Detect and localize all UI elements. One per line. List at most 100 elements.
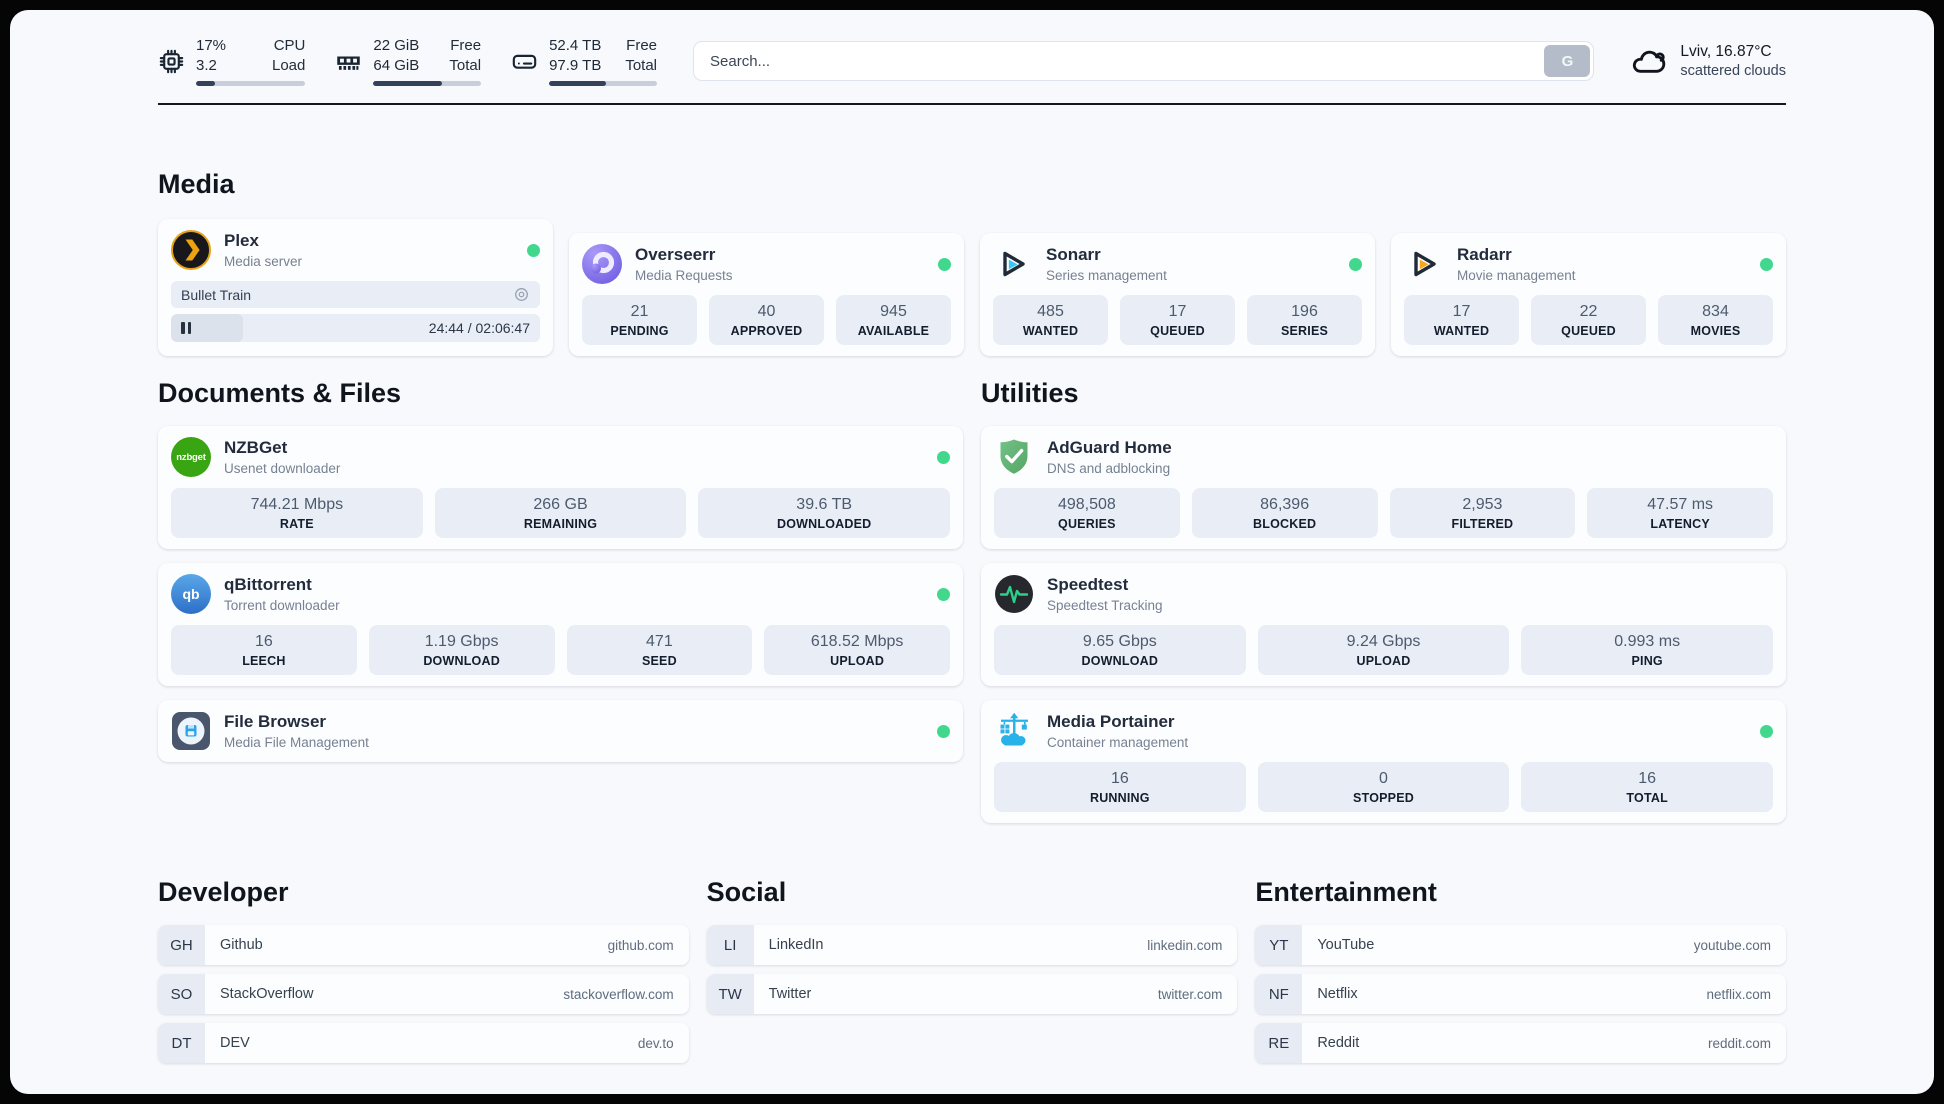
weather-condition: scattered clouds <box>1680 63 1786 79</box>
stat-label: WANTED <box>1433 324 1490 338</box>
stat-value: 22 <box>1579 303 1598 320</box>
disk-progress-bar <box>549 80 658 86</box>
stat-label: FILTERED <box>1451 517 1514 531</box>
cpu-icon <box>159 49 184 73</box>
app-description: Media Requests <box>635 268 733 284</box>
adguard-icon <box>1000 439 1028 474</box>
cpu-load-label: Load <box>272 57 306 74</box>
cpu-usage-value: 17% <box>196 37 227 55</box>
bookmark-url: stackoverflow.com <box>563 986 674 1002</box>
ram-icon <box>337 55 361 70</box>
bookmark-url: netflix.com <box>1706 986 1771 1002</box>
app-description: Series management <box>1046 268 1167 284</box>
weather-widget[interactable]: Lviv, 16.87°C scattered clouds <box>1630 42 1786 80</box>
weather-location-temp: Lviv, 16.87°C <box>1680 43 1772 60</box>
stat-value: 86,396 <box>1260 496 1310 513</box>
app-name: Speedtest <box>1047 574 1129 594</box>
stat-label: PING <box>1631 654 1663 668</box>
stat-box: 2,953 FILTERED <box>1389 488 1576 538</box>
stat-value: 618.52 Mbps <box>810 633 904 650</box>
bookmark-reddit[interactable]: RE Reddit reddit.com <box>1255 1023 1786 1063</box>
resource-monitors: 17% 3.2 CPU Load 22 GiB 64 GiB Free Tota… <box>158 36 658 86</box>
app-card-plex[interactable]: Plex Media server Bullet Train 24:44 / 0… <box>158 219 553 356</box>
stat-value: 834 <box>1702 303 1729 320</box>
bookmark-abbr: RE <box>1255 1023 1303 1063</box>
status-dot <box>527 243 540 257</box>
bookmark-name: LinkedIn <box>768 937 824 953</box>
bookmark-youtube[interactable]: YT YouTube youtube.com <box>1255 925 1786 965</box>
app-card-speedtest[interactable]: Speedtest Speedtest Tracking 9.65 Gbps D… <box>981 563 1786 686</box>
app-card-sonarr[interactable]: Sonarr Series management 485 WANTED 17 Q… <box>980 233 1375 356</box>
stat-value: 471 <box>646 633 673 650</box>
bookmark-linkedin[interactable]: LI LinkedIn linkedin.com <box>706 925 1238 965</box>
stat-label: PENDING <box>610 324 669 338</box>
bookmark-name: Netflix <box>1317 986 1358 1002</box>
stat-label: STOPPED <box>1353 791 1414 805</box>
stat-value: 21 <box>630 303 649 320</box>
bookmark-stackoverflow[interactable]: SO StackOverflow stackoverflow.com <box>158 974 689 1014</box>
stat-label: APPROVED <box>730 324 803 338</box>
stat-box: 266 GB REMAINING <box>434 488 687 538</box>
search-engine-button[interactable]: G <box>1544 45 1591 77</box>
media-player-progress: 24:44 / 02:06:47 <box>171 314 540 342</box>
app-card-filebrowser[interactable]: File Browser Media File Management <box>158 700 963 762</box>
app-description: DNS and adblocking <box>1047 461 1171 477</box>
bookmark-dev[interactable]: DT DEV dev.to <box>158 1023 689 1063</box>
disk-total-value: 97.9 TB <box>549 57 602 74</box>
search-bar: G <box>693 41 1595 81</box>
app-card-adguard[interactable]: AdGuard Home DNS and adblocking 498,508 … <box>981 426 1786 549</box>
app-name: AdGuard Home <box>1047 437 1172 457</box>
app-name: File Browser <box>224 711 327 731</box>
app-description: Torrent downloader <box>224 598 340 614</box>
media-grid: Plex Media server Bullet Train 24:44 / 0… <box>158 219 1786 356</box>
app-card-overseerr[interactable]: Overseerr Media Requests 21 PENDING 40 A… <box>569 233 964 356</box>
bookmark-netflix[interactable]: NF Netflix netflix.com <box>1255 974 1786 1014</box>
disk-free-value: 52.4 TB <box>549 37 602 55</box>
bookmark-github[interactable]: GH Github github.com <box>158 925 689 965</box>
app-card-radarr[interactable]: Radarr Movie management 17 WANTED 22 QUE… <box>1391 233 1786 356</box>
stat-label: REMAINING <box>523 517 598 531</box>
bookmark-abbr: TW <box>706 974 754 1014</box>
status-dot <box>938 257 951 271</box>
stat-value: 945 <box>880 303 907 320</box>
stat-box: 0 STOPPED <box>1257 762 1510 812</box>
stat-label: BLOCKED <box>1253 517 1317 531</box>
stat-value: 9.24 Gbps <box>1346 633 1421 650</box>
stat-label: UPLOAD <box>830 654 885 668</box>
bookmark-name: Reddit <box>1317 1035 1360 1051</box>
stat-label: SEED <box>641 654 677 668</box>
stat-label: TOTAL <box>1626 791 1668 805</box>
memory-progress-fill <box>373 80 443 86</box>
memory-total-value: 64 GiB <box>373 57 420 74</box>
cloud-icon <box>1633 50 1666 73</box>
sonarr-icon <box>1003 251 1025 277</box>
stat-box: 9.65 Gbps DOWNLOAD <box>994 625 1246 675</box>
bookmark-twitter[interactable]: TW Twitter twitter.com <box>706 974 1238 1014</box>
stat-box: 47.57 ms LATENCY <box>1587 488 1773 538</box>
stat-value: 16 <box>1110 770 1129 787</box>
portainer-icon <box>1000 712 1028 746</box>
bookmark-url: linkedin.com <box>1147 937 1223 953</box>
stat-label: QUEUED <box>1150 324 1205 338</box>
status-dot <box>937 724 950 738</box>
bookmark-url: dev.to <box>637 1035 674 1051</box>
stat-box: 485 WANTED <box>993 295 1108 345</box>
bookmark-name: Github <box>220 937 263 953</box>
resource-monitor-disk: 52.4 TB 97.9 TB Free Total <box>511 36 658 86</box>
stat-box: 1.19 Gbps DOWNLOAD <box>368 625 555 675</box>
media-player-now-playing: Bullet Train <box>171 281 540 308</box>
app-card-portainer[interactable]: Media Portainer Container management 16 … <box>981 700 1786 823</box>
dashboard-panel: 17% 3.2 CPU Load 22 GiB 64 GiB Free Tota… <box>10 10 1934 1094</box>
disk-free-label: Free <box>626 37 658 55</box>
app-card-qbittorrent[interactable]: qb qBittorrent Torrent downloader 16 LEE… <box>158 563 963 686</box>
app-name: NZBGet <box>224 437 288 457</box>
qbittorrent-icon: qb <box>171 574 211 614</box>
search-input[interactable] <box>693 41 1595 81</box>
stat-value: 9.65 Gbps <box>1082 633 1157 650</box>
top-bar: 17% 3.2 CPU Load 22 GiB 64 GiB Free Tota… <box>158 32 1786 90</box>
now-playing-title: Bullet Train <box>181 286 252 303</box>
disk-total-label: Total <box>625 57 658 74</box>
app-description: Media server <box>224 254 303 270</box>
section-title-documents: Documents & Files <box>158 378 402 408</box>
app-card-nzbget[interactable]: nzbget NZBGet Usenet downloader 744.21 M… <box>158 426 963 549</box>
